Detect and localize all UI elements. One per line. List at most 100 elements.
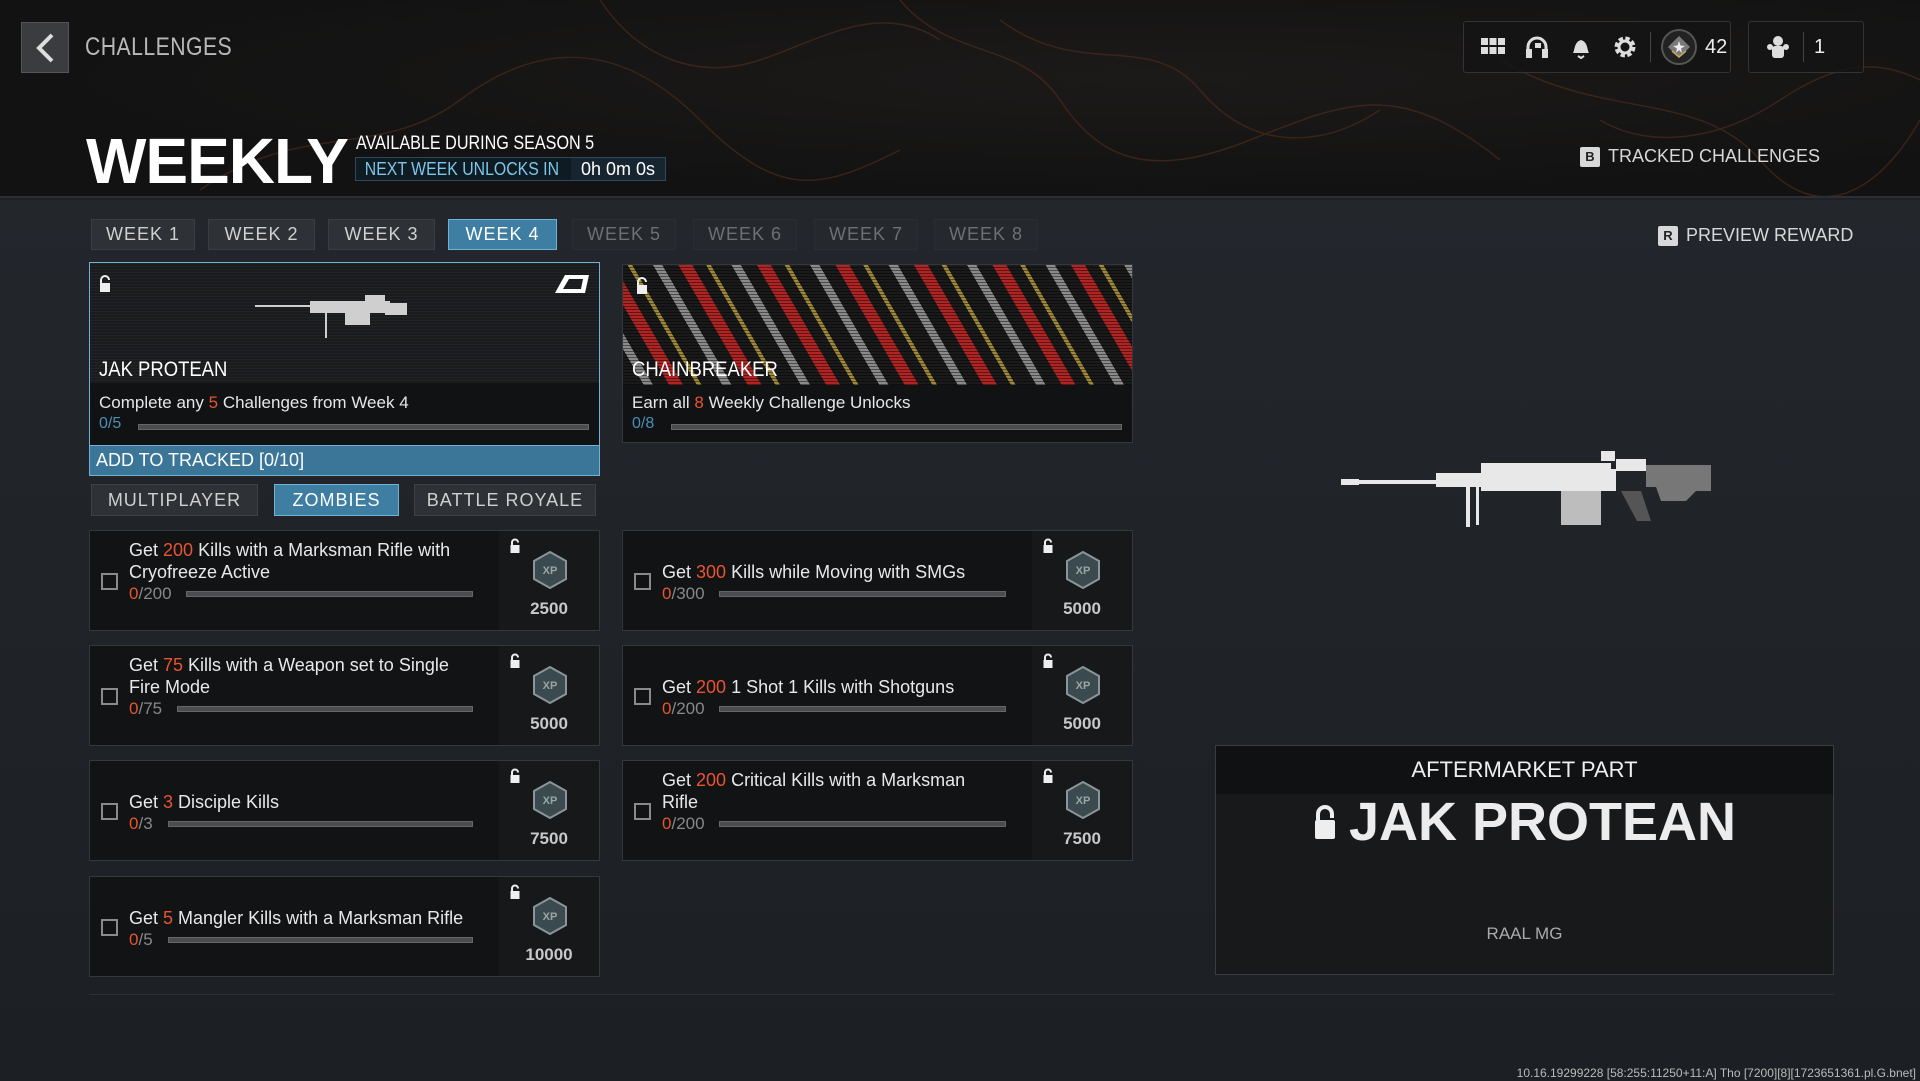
desc-count: 5 [208, 393, 219, 412]
xp-reward: XP 5000 [499, 646, 599, 745]
track-checkbox[interactable] [634, 688, 651, 705]
add-to-tracked-button[interactable]: ADD TO TRACKED [0/10] [89, 445, 600, 476]
reward-preview-panel: AFTERMARKET PART JAK PROTEAN RAAL MG [1215, 745, 1834, 975]
reward-description: Complete any 5 Challenges from Week 4 [99, 393, 409, 413]
tracked-challenges-button[interactable]: B TRACKED CHALLENGES [1580, 146, 1820, 167]
challenge-count: 200 [696, 770, 727, 790]
svg-text:XP: XP [543, 680, 558, 692]
progress-bar [138, 424, 589, 430]
svg-text:XP: XP [1076, 680, 1091, 692]
lock-icon [510, 768, 520, 783]
lock-icon [510, 653, 520, 668]
grid-icon[interactable] [1478, 32, 1508, 62]
track-checkbox[interactable] [634, 803, 651, 820]
track-checkbox[interactable] [634, 573, 651, 590]
tab-week-8[interactable]: WEEK 8 [934, 219, 1038, 250]
challenge-row[interactable]: Get 200 Kills with a Marksman Rifle with… [89, 530, 600, 631]
reward-progress-text: 0/5 [99, 415, 122, 432]
bell-icon[interactable] [1566, 32, 1596, 62]
text: Get [129, 655, 164, 675]
challenge-row[interactable]: Get 75 Kills with a Weapon set to Single… [89, 645, 600, 746]
preview-reward-button[interactable]: R PREVIEW REWARD [1658, 225, 1853, 246]
reward-description: Earn all 8 Weekly Challenge Unlocks [632, 393, 910, 413]
text: Get [662, 770, 697, 790]
breadcrumb: CHALLENGES [85, 33, 233, 61]
xp-amount: 5000 [1063, 714, 1101, 733]
challenge-row[interactable]: Get 3 Disciple Kills 0/3 XP 7500 [89, 760, 600, 861]
tab-mode-multiplayer[interactable]: MULTIPLAYER [91, 484, 258, 516]
headset-icon[interactable] [1522, 32, 1552, 62]
preview-label: PREVIEW REWARD [1686, 225, 1854, 245]
track-checkbox[interactable] [101, 803, 118, 820]
xp-amount: 5000 [530, 714, 568, 733]
text: Get [662, 562, 697, 582]
tab-mode-battle-royale[interactable]: BATTLE ROYALE [414, 484, 596, 516]
text: Kills while Moving with SMGs [726, 562, 966, 582]
progress-bar [719, 706, 1006, 712]
top-toolbar: 42 [1463, 21, 1731, 73]
reward-category: AFTERMARKET PART [1216, 746, 1833, 794]
xp-amount: 7500 [1063, 829, 1101, 848]
progress-total: /200 [671, 814, 705, 833]
desc-text: Earn all [632, 393, 695, 412]
tab-mode-zombies[interactable]: ZOMBIES [274, 484, 399, 516]
challenge-row[interactable]: Get 200 1 Shot 1 Kills with Shotguns 0/20… [622, 645, 1133, 746]
challenge-row[interactable]: Get 5 Mangler Kills with a Marksman Rifl… [89, 876, 600, 977]
weapon-preview-image [1341, 451, 1711, 527]
player-level: 42 [1705, 35, 1728, 58]
key-hint: R [1658, 225, 1678, 246]
progress-bar [186, 591, 473, 597]
text: Get [129, 908, 164, 928]
progress-total: /75 [138, 699, 163, 718]
lock-icon [1043, 653, 1053, 668]
reward-card-jak-protean[interactable]: JAK PROTEAN Complete any 5 Challenges fr… [89, 262, 600, 446]
svg-text:XP: XP [1076, 795, 1091, 807]
track-checkbox[interactable] [101, 688, 118, 705]
xp-amount: 7500 [530, 829, 568, 848]
reward-title: CHAINBREAKER [632, 358, 778, 381]
svg-text:XP: XP [543, 795, 558, 807]
tab-week-3[interactable]: WEEK 3 [328, 219, 435, 250]
lock-icon [510, 538, 520, 553]
challenge-text: Get 5 Mangler Kills with a Marksman Rifl… [129, 907, 469, 951]
challenge-count: 75 [163, 655, 184, 675]
tab-week-6[interactable]: WEEK 6 [693, 219, 797, 250]
party-count: 1 [1814, 35, 1826, 58]
xp-icon: XP [533, 781, 567, 819]
xp-icon: XP [1066, 781, 1100, 819]
reward-card-chainbreaker[interactable]: CHAINBREAKER Earn all 8 Weekly Challenge… [622, 264, 1133, 443]
divider [1650, 32, 1651, 62]
party-box[interactable]: 1 [1748, 21, 1864, 73]
gear-icon[interactable] [1610, 32, 1640, 62]
lock-icon [1314, 805, 1335, 839]
brand-logo-icon [555, 275, 589, 293]
xp-amount: 5000 [1063, 599, 1101, 618]
xp-reward: XP 7500 [1032, 761, 1132, 860]
tab-week-2[interactable]: WEEK 2 [208, 219, 315, 250]
tab-week-4[interactable]: WEEK 4 [448, 219, 557, 250]
track-checkbox[interactable] [101, 573, 118, 590]
text: Mangler Kills with a Marksman Rifle [173, 908, 464, 928]
tab-week-5[interactable]: WEEK 5 [572, 219, 676, 250]
back-button[interactable] [21, 22, 69, 73]
lock-icon [1043, 768, 1053, 783]
reward-name: JAK PROTEAN [1348, 792, 1737, 852]
challenge-row[interactable]: Get 300 Kills while Moving with SMGs 0/30… [622, 530, 1133, 631]
progress-total: /200 [671, 699, 705, 718]
xp-icon: XP [533, 666, 567, 704]
track-checkbox[interactable] [101, 919, 118, 936]
svg-text:XP: XP [543, 911, 558, 923]
tab-week-7[interactable]: WEEK 7 [814, 219, 918, 250]
progress-total: /3 [138, 814, 153, 833]
build-info: 10.16.19299228 [58:255:11250+11:A] Tho [… [1516, 1066, 1916, 1080]
tab-week-1[interactable]: WEEK 1 [91, 219, 195, 250]
rank-icon[interactable] [1661, 29, 1697, 65]
challenge-row[interactable]: Get 200 Critical Kills with a Marksman R… [622, 760, 1133, 861]
text: Get [129, 540, 164, 560]
challenge-count: 200 [696, 677, 727, 697]
reward-weapon: RAAL MG [1486, 924, 1563, 943]
challenge-count: 300 [696, 562, 727, 582]
xp-icon: XP [533, 551, 567, 589]
lock-icon [100, 275, 110, 292]
progress-total: /200 [138, 584, 172, 603]
